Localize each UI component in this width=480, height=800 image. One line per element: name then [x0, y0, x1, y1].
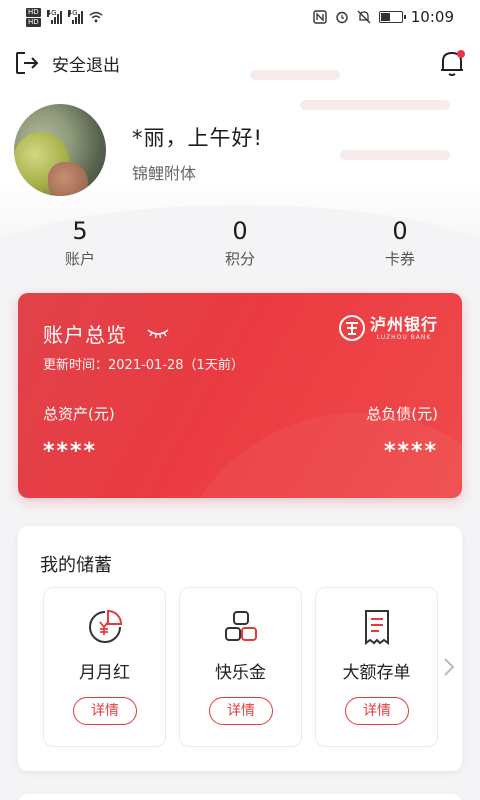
alarm-icon	[336, 11, 348, 24]
stat-accounts[interactable]: 5 账户	[0, 216, 160, 269]
chevron-right-icon[interactable]	[442, 656, 456, 678]
battery-icon	[378, 11, 406, 23]
bank-name: 泸州银行	[369, 314, 438, 334]
product-card-large-deposit[interactable]: 大额存单 详情	[315, 587, 438, 747]
logout-button[interactable]: 安全退出	[14, 50, 120, 76]
stat-value: 0	[232, 217, 248, 245]
bank-logo: 泸州银行 LUZHOU BANK	[338, 314, 438, 341]
receipt-icon	[365, 610, 389, 645]
decor-streak	[250, 70, 340, 80]
total-assets-label: 总资产(元)	[43, 405, 115, 423]
logout-label: 安全退出	[52, 55, 120, 76]
my-savings-panel: 我的储蓄 月月红 详情 快乐金 详情 大额存单 详情	[18, 526, 462, 771]
stacked-coins-icon	[225, 611, 257, 641]
product-card-yueyuehong[interactable]: 月月红 详情	[43, 587, 166, 747]
hd-badge: HD	[26, 17, 41, 27]
notification-button[interactable]	[438, 48, 466, 78]
signal-icon: 4G	[46, 9, 62, 24]
mute-icon	[357, 10, 371, 24]
total-debt-value: ****	[383, 439, 438, 464]
decor-streak	[340, 150, 450, 160]
total-debt-label: 总负债(元)	[366, 405, 438, 423]
status-time: 10:09	[410, 8, 454, 26]
stat-value: 5	[72, 217, 88, 245]
network-type: 4G	[67, 9, 78, 17]
avatar[interactable]	[14, 104, 106, 196]
product-name: 快乐金	[215, 663, 266, 683]
status-bar-right: 10:09	[313, 8, 454, 26]
greeting-text: *丽，上午好!	[132, 126, 263, 150]
logout-icon	[16, 52, 39, 74]
savings-title: 我的储蓄	[40, 555, 112, 576]
nfc-icon	[313, 10, 327, 24]
wifi-icon	[89, 11, 103, 23]
product-name: 月月红	[79, 663, 130, 683]
bank-logo-icon	[338, 315, 365, 341]
next-panel-edge	[18, 794, 462, 800]
network-type: 4G	[46, 9, 57, 17]
yuan-pie-icon	[89, 609, 123, 643]
stat-points[interactable]: 0 积分	[160, 216, 320, 269]
signal-icon: 4G	[67, 9, 83, 24]
update-time: 更新时间：2021-01-28（1天前）	[43, 358, 244, 373]
stats-row: 5 账户 0 积分 0 卡券	[0, 216, 480, 269]
details-button[interactable]: 详情	[209, 697, 273, 725]
hd-indicators: HD HD	[26, 7, 41, 27]
status-bar: HD HD 4G 4G 10:09	[0, 0, 480, 34]
stat-label: 账户	[64, 250, 95, 268]
bank-name-en: LUZHOU BANK	[376, 333, 432, 341]
product-card-kuailejin[interactable]: 快乐金 详情	[179, 587, 302, 747]
hd-badge: HD	[26, 7, 41, 17]
details-button[interactable]: 详情	[345, 697, 409, 725]
stat-coupons[interactable]: 0 卡券	[320, 216, 480, 269]
nickname-text: 锦鲤附体	[132, 164, 197, 183]
stat-label: 卡券	[384, 250, 415, 268]
battery-level	[380, 13, 390, 21]
stat-value: 0	[392, 217, 408, 245]
stat-label: 积分	[224, 250, 255, 268]
account-overview-card[interactable]: 账户总览 更新时间：2021-01-28（1天前） 泸州银行 LUZHOU BA…	[18, 293, 462, 498]
eye-closed-icon[interactable]	[147, 327, 169, 339]
card-title: 账户总览	[43, 323, 127, 347]
unread-dot	[457, 50, 465, 58]
total-assets-value: ****	[43, 439, 98, 464]
status-bar-left: HD HD 4G 4G	[26, 7, 103, 27]
details-button[interactable]: 详情	[73, 697, 137, 725]
product-name: 大额存单	[342, 663, 411, 683]
decor-streak	[300, 100, 450, 110]
